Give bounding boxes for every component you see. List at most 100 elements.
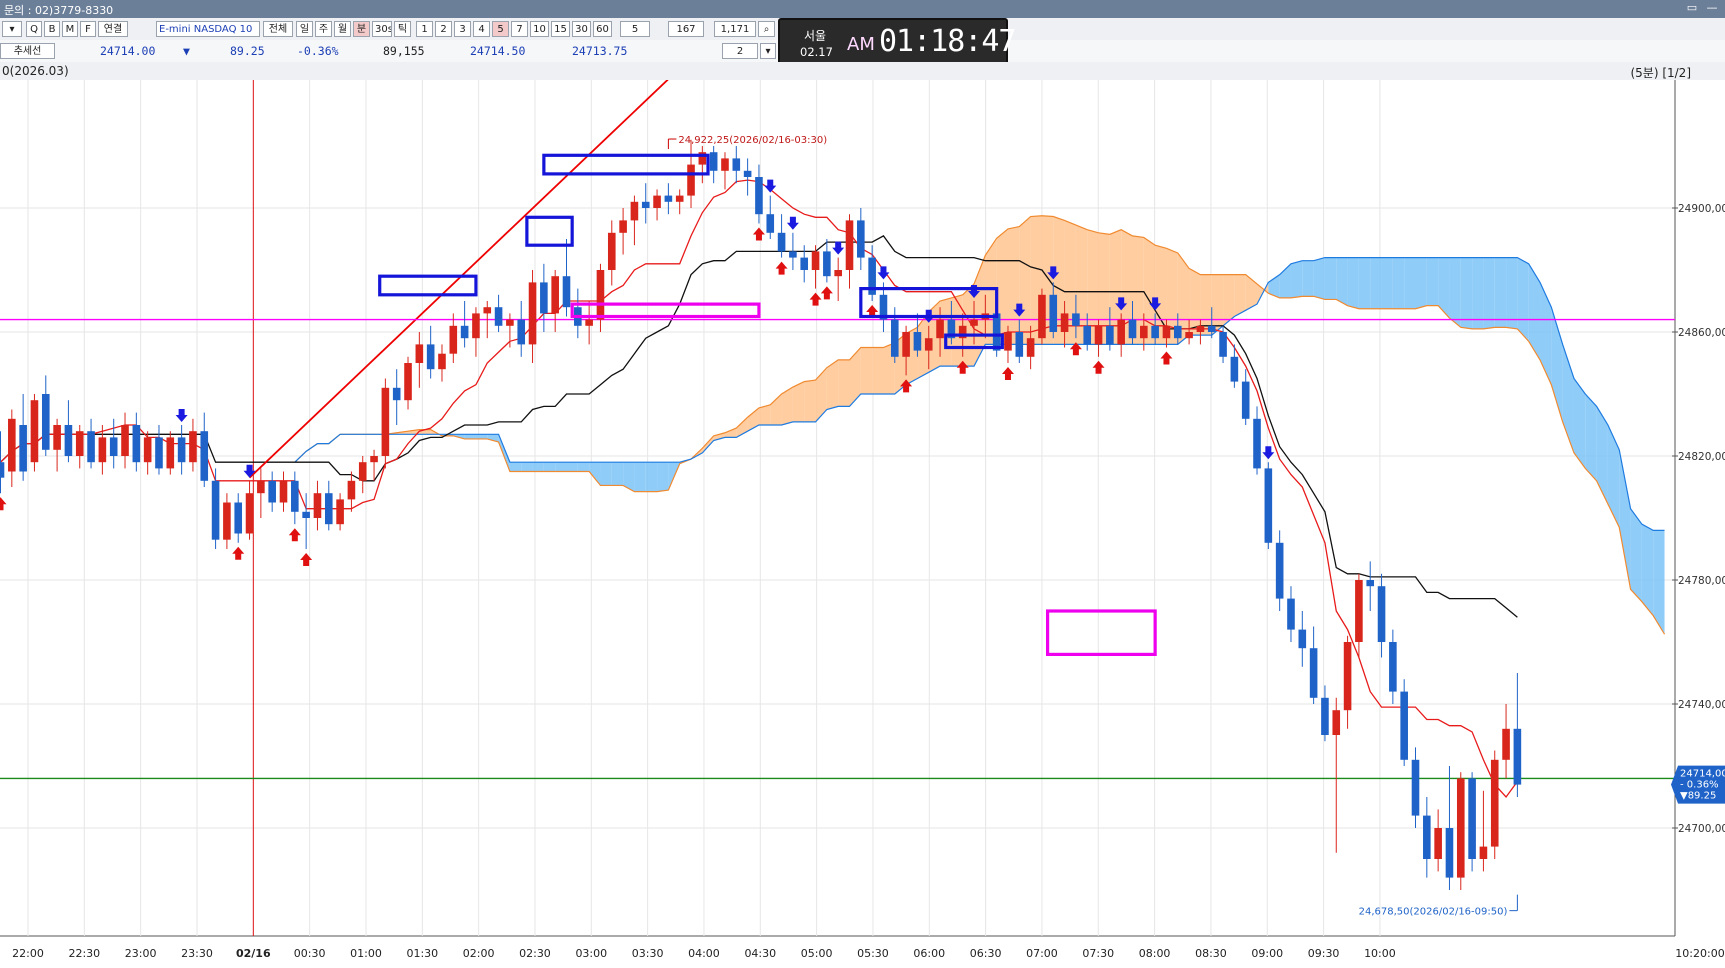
period-60[interactable]: 60 [593,21,612,37]
x-tick-label: 10:00 [1364,947,1396,960]
search-icon[interactable]: Q [26,21,42,37]
price-tag-change: ▼89.25 [1680,791,1716,802]
candle-body [268,480,276,503]
candle-body [1128,319,1137,339]
candle-body [1355,580,1363,642]
candle-body [336,499,344,525]
x-tick-label: 04:30 [744,947,776,960]
cloud-segment [1313,257,1325,300]
candle-body [1343,642,1352,711]
x-tick-label: 07:30 [1082,947,1114,960]
change-arrow-icon: ▼ [183,44,190,58]
period-15[interactable]: 15 [551,21,570,37]
period-10[interactable]: 10 [530,21,549,37]
all-button[interactable]: 전체 [263,21,293,37]
restore-icon[interactable]: ▭ [1685,1,1699,15]
period-3[interactable]: 3 [454,21,471,37]
candle-body [313,493,322,518]
menu-dropdown[interactable]: ▾ [2,21,22,37]
candle-body [211,480,220,540]
cloud-segment [532,462,544,472]
indicator-button[interactable]: 추세선 [0,43,55,59]
candle-body [1094,325,1103,345]
period-30s[interactable]: 30s [372,21,392,37]
candle-body [506,319,514,326]
period-2[interactable]: 2 [435,21,452,37]
x-tick-label: 04:00 [688,947,720,960]
candle-body [200,431,209,481]
y-tick-label: 24740,00 [1678,699,1725,711]
x-tick-label: 23:30 [181,947,213,960]
candle-body [1479,846,1488,859]
m-button[interactable]: M [62,21,78,37]
window-title: 문의 : 02)3779-8330 [4,4,114,17]
y-tick-label: 24860,00 [1678,327,1725,339]
candle-body [585,319,593,326]
period-1[interactable]: 1 [416,21,433,37]
layout-dropdown-icon[interactable]: ▾ [760,43,776,59]
cloud-segment [1189,268,1201,336]
cloud-segment [509,462,522,472]
candle-body [449,325,458,354]
cloud-segment [634,462,646,492]
count-current[interactable]: 167 [668,21,704,37]
period-4[interactable]: 4 [473,21,490,37]
b-button[interactable]: B [44,21,60,37]
window-titlebar: 문의 : 02)3779-8330 ▭ — [0,0,1725,18]
cloud-segment [577,462,590,472]
f-button[interactable]: F [80,21,96,37]
count-total: 1,171 [714,21,756,37]
candle-body [1049,294,1058,332]
candle-body [1287,598,1295,630]
cloud-segment [1641,524,1654,616]
cloud-segment [555,462,567,472]
candle-body [823,251,831,277]
period-minute[interactable]: 분 [353,21,370,37]
period-5[interactable]: 5 [492,21,509,37]
cloud-segment [645,462,658,492]
candle-body [494,307,503,326]
period-30[interactable]: 30 [572,21,591,37]
candle-body [1004,332,1012,351]
candle-body [528,282,537,345]
candle-body [811,251,820,270]
candle-body [1060,313,1069,332]
x-tick-label: 00:30 [294,947,326,960]
minimize-icon[interactable]: — [1705,1,1719,15]
candle-body [1106,325,1114,345]
link-button[interactable]: 연결 [98,21,128,37]
product-field[interactable]: E-mini NASDAQ 10 [156,21,260,37]
period-7[interactable]: 7 [511,21,528,37]
interval-spinner[interactable]: 5 [620,21,650,37]
candle [381,378,390,469]
price-tag-value: 24714,00 [1680,769,1725,780]
candle-body [53,425,61,450]
candle-body [845,220,854,270]
candle-body [64,425,73,456]
x-tick-label: 23:00 [125,947,157,960]
period-day[interactable]: 일 [296,21,313,37]
clock-widget: 서울 02.17 AM 01:18:47 [778,18,1016,68]
price-chart[interactable]: 24700,00 24740,00 24780,00 24820,00 24860,00… [0,80,1725,968]
candle [30,394,39,472]
candle-body [596,270,605,320]
candle-body [755,177,763,215]
clock-city: 서울 [804,29,827,43]
candle-body [540,282,548,314]
candle-body [1162,325,1171,339]
cloud-segment [1324,257,1337,300]
cloud-segment [1460,257,1473,329]
period-week[interactable]: 주 [315,21,332,37]
period-tick[interactable]: 틱 [394,21,411,37]
zoom-icon[interactable]: ⌕ [758,21,775,37]
candle-body [121,425,129,456]
candle-body [87,431,95,463]
layout-select[interactable]: 2 [722,43,758,59]
cloud-segment [792,381,805,422]
candle-body [1196,325,1205,332]
cloud-segment [600,462,612,486]
cloud-segment [1370,257,1382,309]
candle-body [438,353,446,370]
period-month[interactable]: 월 [334,21,351,37]
candle-body [30,400,39,463]
